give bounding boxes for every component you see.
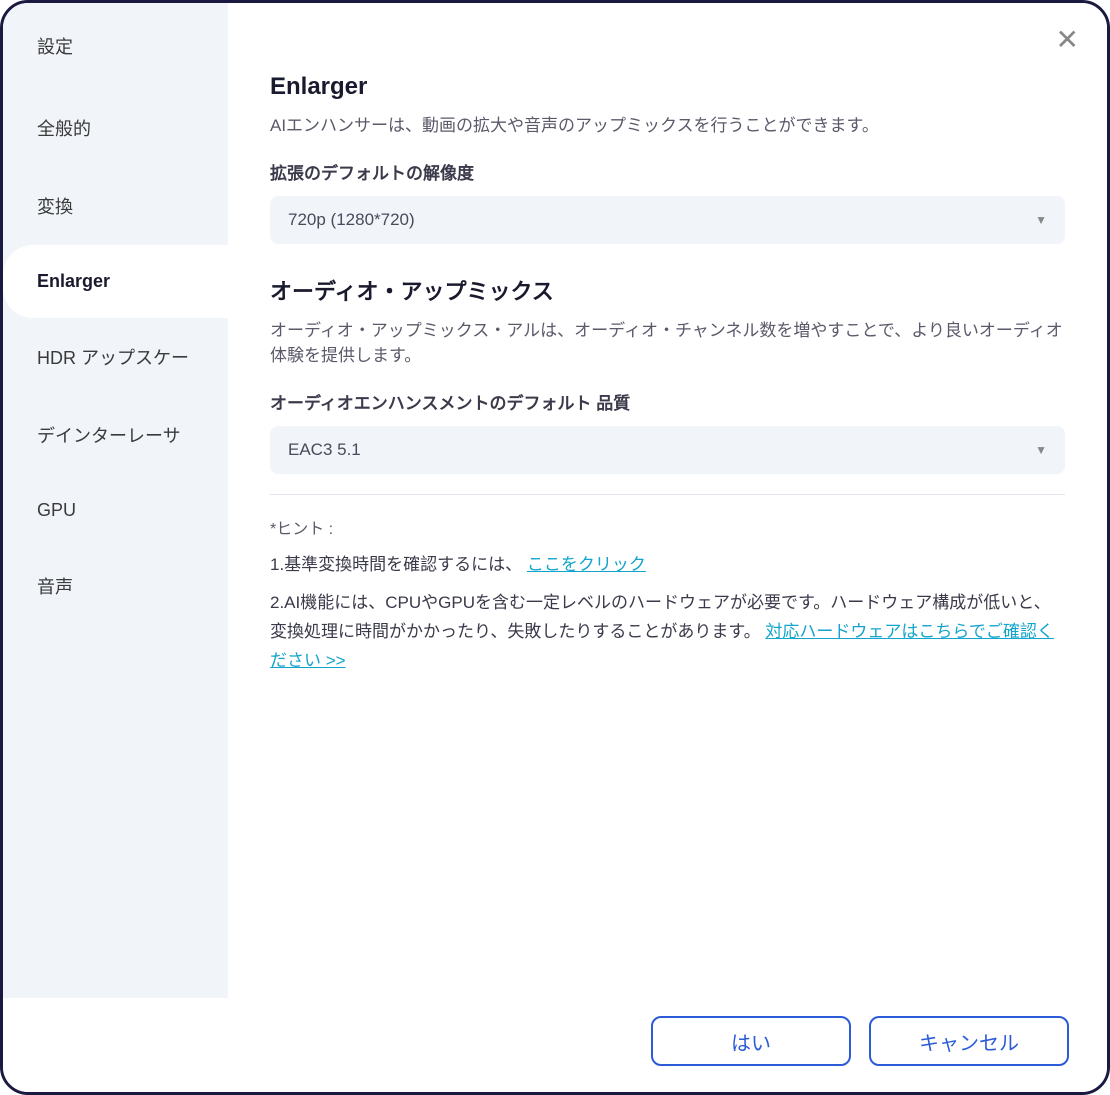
audio-upmix-header: オーディオ・アップミックス <box>270 274 1065 306</box>
audio-quality-value: EAC3 5.1 <box>288 440 361 460</box>
dialog-body: 設定 全般的 変換 Enlarger HDR アップスケー デインターレーサ G… <box>3 3 1107 998</box>
hint-2: 2.AI機能には、CPUやGPUを含む一定レベルのハードウェアが必要です。ハード… <box>270 589 1065 676</box>
sidebar-item-audio[interactable]: 音声 <box>3 547 228 625</box>
hint-label: *ヒント : <box>270 515 1065 539</box>
sidebar-item-label: 全般的 <box>37 119 91 139</box>
sidebar-item-label: HDR アップスケー <box>37 348 189 368</box>
divider <box>270 494 1065 495</box>
cancel-button-label: キャンセル <box>919 1027 1019 1056</box>
sidebar-item-label: 変換 <box>37 197 73 217</box>
dialog-title: 設定 <box>3 13 228 89</box>
close-icon: ✕ <box>1056 24 1079 55</box>
audio-quality-select[interactable]: EAC3 5.1 ▼ <box>270 426 1065 474</box>
audio-quality-label: オーディオエンハンスメントのデフォルト 品質 <box>270 389 1065 414</box>
chevron-down-icon: ▼ <box>1035 213 1047 227</box>
sidebar-item-general[interactable]: 全般的 <box>3 89 228 167</box>
cancel-button[interactable]: キャンセル <box>869 1016 1069 1066</box>
settings-dialog: ✕ 設定 全般的 変換 Enlarger HDR アップスケー デインターレーサ… <box>0 0 1110 1095</box>
hint-1-link[interactable]: ここをクリック <box>527 555 646 574</box>
sidebar-item-enlarger[interactable]: Enlarger <box>3 245 228 318</box>
ok-button-label: はい <box>731 1027 771 1056</box>
sidebar-item-deinterlacer[interactable]: デインターレーサ <box>3 396 228 474</box>
resolution-select[interactable]: 720p (1280*720) ▼ <box>270 196 1065 244</box>
resolution-label: 拡張のデフォルトの解像度 <box>270 159 1065 184</box>
sidebar-item-gpu[interactable]: GPU <box>3 474 228 547</box>
resolution-value: 720p (1280*720) <box>288 210 415 230</box>
close-button[interactable]: ✕ <box>1056 23 1079 56</box>
chevron-down-icon: ▼ <box>1035 443 1047 457</box>
section-description: AIエンハンサーは、動画の拡大や音声のアップミックスを行うことができます。 <box>270 113 1065 139</box>
hint-1: 1.基準変換時間を確認するには、 ここをクリック <box>270 551 1065 580</box>
hint-1-text: 1.基準変換時間を確認するには、 <box>270 555 522 574</box>
sidebar-item-label: 音声 <box>37 577 73 597</box>
audio-upmix-description: オーディオ・アップミックス・アルは、オーディオ・チャンネル数を増やすことで、より… <box>270 318 1065 369</box>
sidebar-item-label: GPU <box>37 500 76 520</box>
sidebar: 設定 全般的 変換 Enlarger HDR アップスケー デインターレーサ G… <box>3 3 228 998</box>
sidebar-item-label: デインターレーサ <box>37 426 181 446</box>
sidebar-item-label: Enlarger <box>37 271 110 291</box>
content-panel: Enlarger AIエンハンサーは、動画の拡大や音声のアップミックスを行うこと… <box>228 3 1107 998</box>
ok-button[interactable]: はい <box>651 1016 851 1066</box>
dialog-footer: はい キャンセル <box>3 998 1107 1092</box>
sidebar-item-convert[interactable]: 変換 <box>3 167 228 245</box>
section-title: Enlarger <box>270 73 1065 101</box>
sidebar-item-hdr-upscale[interactable]: HDR アップスケー <box>3 318 228 396</box>
